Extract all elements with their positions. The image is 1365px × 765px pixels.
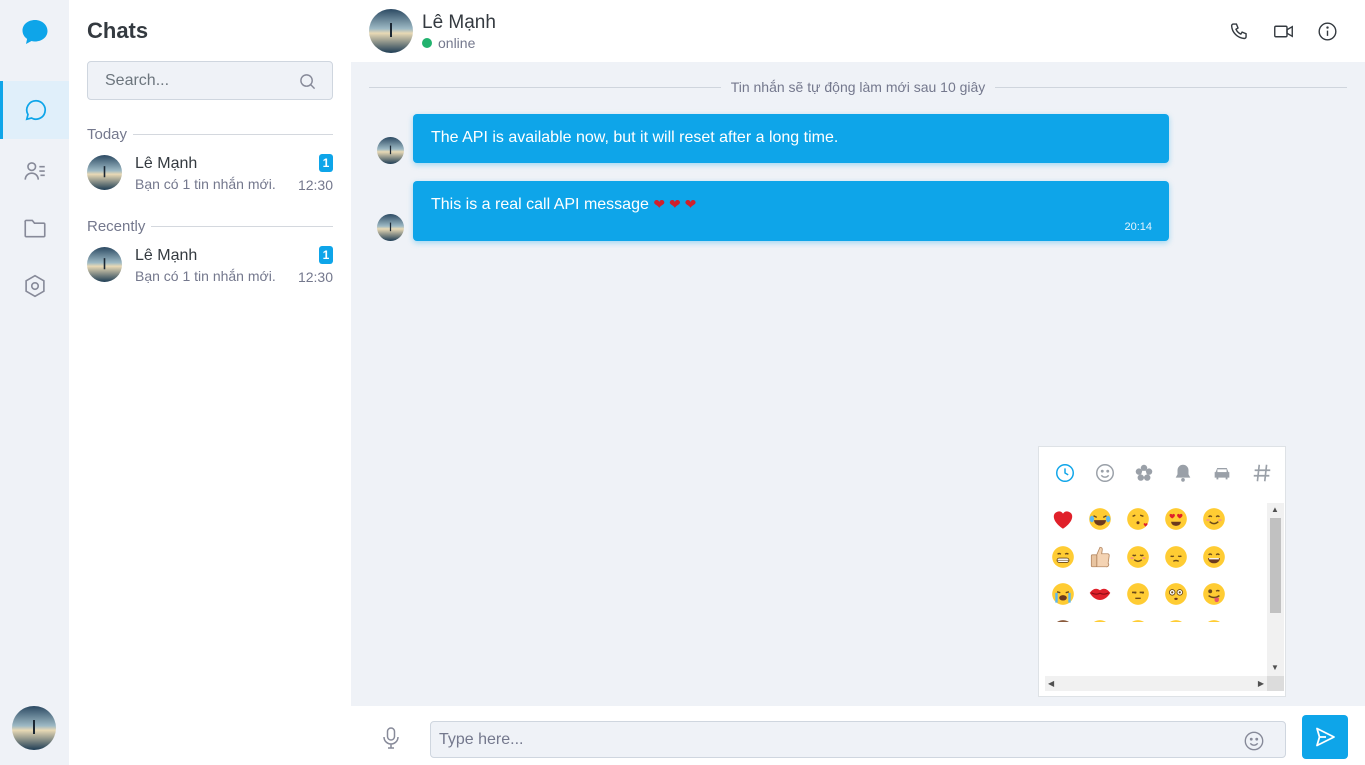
online-dot-icon	[422, 38, 432, 48]
flower-icon[interactable]	[1132, 461, 1156, 485]
message-composer	[351, 706, 1365, 765]
message-bubble[interactable]: The API is available now, but it will re…	[413, 114, 1169, 163]
message-text: The API is available now, but it will re…	[431, 129, 839, 146]
info-icon[interactable]	[1317, 21, 1338, 42]
emoji-thumbs-up-icon[interactable]	[1085, 542, 1115, 572]
emoji-lips-icon[interactable]	[1085, 579, 1115, 609]
nav-files-icon[interactable]	[0, 199, 69, 257]
search-icon[interactable]	[299, 73, 316, 90]
sender-avatar	[377, 214, 404, 241]
nav-settings-icon[interactable]	[0, 257, 69, 315]
emoji-pensive-icon[interactable]	[1161, 542, 1191, 572]
message-preview: Bạn có 1 tin nhắn mới.	[135, 268, 276, 284]
smiley-icon[interactable]	[1093, 461, 1117, 485]
message-timestamp: 20:14	[1124, 221, 1152, 233]
message-input[interactable]	[431, 722, 1285, 757]
emoji-grin-icon[interactable]	[1048, 542, 1078, 572]
emoji-heart-icon[interactable]	[1048, 504, 1078, 534]
search-input[interactable]	[88, 62, 332, 99]
emoji-wink-tongue-icon[interactable]	[1199, 579, 1229, 609]
emoji-kiss-icon[interactable]	[1123, 504, 1153, 534]
scrollbar-thumb[interactable]	[1270, 518, 1281, 613]
sender-avatar	[377, 137, 404, 164]
emoji-squint-tongue-icon[interactable]	[1199, 616, 1229, 622]
emoji-flushed-icon[interactable]	[1161, 579, 1191, 609]
refresh-divider: Tin nhắn sẽ tự động làm mới sau 10 giây	[369, 79, 1347, 95]
search-box[interactable]	[87, 61, 333, 100]
nav-rail	[0, 0, 69, 765]
message-field[interactable]	[430, 721, 1286, 758]
emoji-joy-icon[interactable]	[1085, 504, 1115, 534]
online-status: online	[422, 35, 475, 51]
conversation-header: Lê Mạnh online	[351, 0, 1365, 62]
header-avatar[interactable]	[369, 9, 413, 53]
scroll-left-icon[interactable]: ◀	[1048, 679, 1054, 688]
emoji-wink-icon[interactable]	[1085, 616, 1115, 622]
contact-title[interactable]: Lê Mạnh	[422, 12, 496, 34]
contact-name: Lê Mạnh	[135, 247, 198, 264]
emoji-cry-icon[interactable]	[1161, 616, 1191, 622]
contact-avatar	[87, 155, 122, 190]
emoji-grid	[1047, 502, 1267, 622]
emoji-unamused-icon[interactable]	[1123, 579, 1153, 609]
conversation-pane: Lê Mạnh online Tin nhắn sẽ tự động làm m…	[351, 0, 1365, 765]
emoji-smiley-icon[interactable]	[1123, 616, 1153, 622]
emoji-category-tabs	[1043, 461, 1273, 489]
heart-emojis: ❤ ❤ ❤	[653, 196, 697, 212]
contact-avatar	[87, 247, 122, 282]
message-time: 12:30	[297, 177, 333, 193]
unread-badge: 1	[319, 154, 333, 172]
chat-item[interactable]: Lê Mạnh Bạn có 1 tin nhắn mới. 1 12:30	[87, 246, 333, 288]
message-text: This is a real call API message	[431, 196, 649, 213]
emoji-see-no-evil-icon[interactable]	[1048, 616, 1078, 622]
panel-title: Chats	[87, 18, 149, 43]
emoji-horizontal-scrollbar[interactable]: ◀ ▶	[1045, 676, 1267, 691]
section-recently: Recently	[87, 218, 333, 235]
scrollbar-corner	[1267, 676, 1284, 691]
message-preview: Bạn có 1 tin nhắn mới.	[135, 176, 276, 192]
emoji-blush-icon[interactable]	[1199, 504, 1229, 534]
message-time: 12:30	[297, 269, 333, 285]
section-today: Today	[87, 126, 333, 143]
emoji-sob-icon[interactable]	[1048, 579, 1078, 609]
contact-name: Lê Mạnh	[135, 155, 198, 172]
scroll-down-icon[interactable]: ▼	[1271, 663, 1279, 672]
emoji-heart-eyes-icon[interactable]	[1161, 504, 1191, 534]
emoji-relaxed-icon[interactable]	[1123, 542, 1153, 572]
scroll-right-icon[interactable]: ▶	[1258, 679, 1264, 688]
send-button[interactable]	[1302, 715, 1348, 759]
message-bubble[interactable]: This is a real call API message ❤ ❤ ❤ 20…	[413, 181, 1169, 241]
nav-contacts-icon[interactable]	[0, 142, 69, 200]
clock-icon[interactable]	[1053, 461, 1077, 485]
emoji-toggle-icon[interactable]	[1243, 730, 1265, 752]
phone-icon[interactable]	[1229, 21, 1250, 42]
chat-item[interactable]: Lê Mạnh Bạn có 1 tin nhắn mới. 1 12:30	[87, 154, 333, 196]
logo-chat-icon[interactable]	[21, 18, 49, 46]
user-avatar[interactable]	[12, 706, 56, 750]
bell-icon[interactable]	[1171, 461, 1195, 485]
send-icon	[1316, 727, 1335, 747]
car-icon[interactable]	[1210, 461, 1234, 485]
chat-list-panel: Chats Today Lê Mạnh Bạn có 1 tin nhắn mớ…	[69, 0, 351, 765]
emoji-picker: ▲ ▼ ◀ ▶	[1038, 446, 1286, 697]
emoji-smile-icon[interactable]	[1199, 542, 1229, 572]
microphone-icon[interactable]	[382, 727, 400, 749]
video-call-icon[interactable]	[1273, 21, 1294, 42]
nav-chats-icon[interactable]	[0, 81, 69, 139]
hash-icon[interactable]	[1250, 461, 1274, 485]
emoji-vertical-scrollbar[interactable]: ▲ ▼	[1267, 503, 1284, 678]
unread-badge: 1	[319, 246, 333, 264]
scroll-up-icon[interactable]: ▲	[1271, 505, 1279, 514]
